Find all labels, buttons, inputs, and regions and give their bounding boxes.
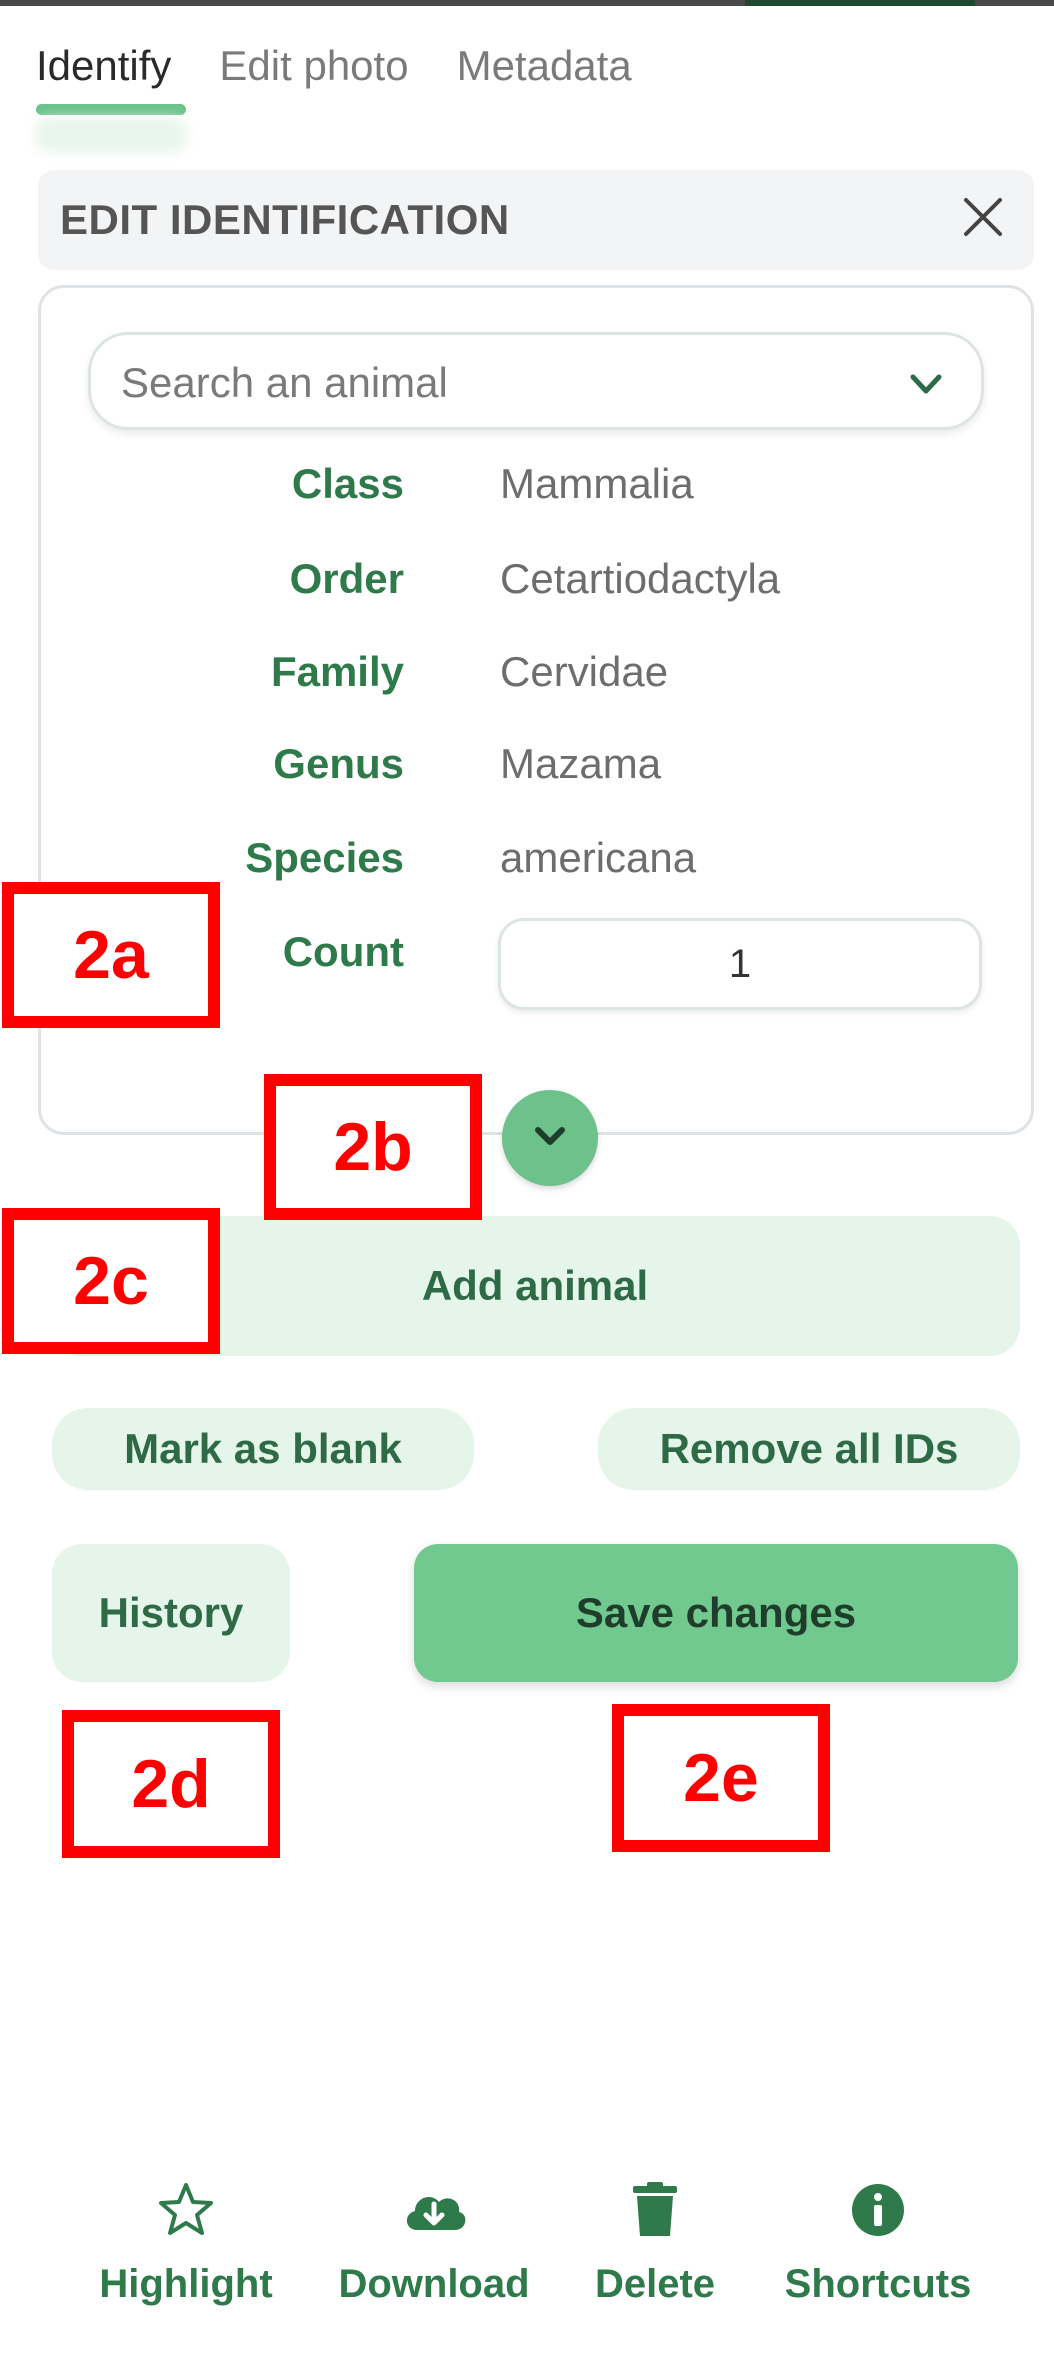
search-placeholder: Search an animal xyxy=(121,359,448,406)
download-label: Download xyxy=(338,2262,530,2306)
annotation-2d: 2d xyxy=(62,1710,280,1858)
panel-title: EDIT IDENTIFICATION xyxy=(60,196,510,243)
tab-edit-photo[interactable]: Edit photo xyxy=(219,42,408,90)
chevron-down-icon[interactable] xyxy=(905,363,947,405)
delete-label: Delete xyxy=(594,2262,716,2306)
trash-icon xyxy=(633,2182,677,2236)
annotation-2b: 2b xyxy=(264,1074,482,1220)
save-changes-button[interactable]: Save changes xyxy=(414,1544,1018,1682)
species-label: Species xyxy=(245,834,404,881)
close-icon[interactable] xyxy=(958,192,1008,242)
annotation-2e: 2e xyxy=(612,1704,830,1852)
info-icon xyxy=(852,2184,904,2236)
panel-header: EDIT IDENTIFICATION xyxy=(38,170,1034,270)
count-label: Count xyxy=(282,928,404,975)
star-icon xyxy=(159,2183,213,2235)
expand-details-button[interactable] xyxy=(502,1090,598,1186)
order-value: Cetartiodactyla xyxy=(500,555,781,602)
shortcuts-label: Shortcuts xyxy=(784,2262,972,2306)
tab-identify[interactable]: Identify xyxy=(36,42,187,115)
chevron-down-icon xyxy=(535,1127,565,1145)
cloud-download-icon xyxy=(406,2196,466,2230)
class-label: Class xyxy=(291,460,404,507)
order-label: Order xyxy=(289,555,404,602)
history-button[interactable]: History xyxy=(52,1544,290,1682)
animal-search-select[interactable]: Search an animal xyxy=(88,332,984,430)
family-value: Cervidae xyxy=(500,648,669,695)
family-label: Family xyxy=(270,648,404,695)
shortcuts-button[interactable]: Shortcuts xyxy=(778,2180,978,2307)
tab-bar: Identify Edit photo Metadata xyxy=(36,42,632,115)
highlight-label: Highlight xyxy=(99,2262,273,2306)
mark-as-blank-button[interactable]: Mark as blank xyxy=(52,1408,474,1490)
top-bar-segment xyxy=(745,0,975,6)
tab-indicator-glow xyxy=(36,118,186,152)
species-value: americana xyxy=(500,834,697,881)
delete-button[interactable]: Delete xyxy=(590,2180,720,2307)
top-bar xyxy=(0,0,1054,6)
annotation-2c: 2c xyxy=(2,1208,220,1354)
tab-metadata[interactable]: Metadata xyxy=(457,42,632,90)
genus-label: Genus xyxy=(273,740,404,787)
highlight-button[interactable]: Highlight xyxy=(96,2180,276,2307)
download-button[interactable]: Download xyxy=(336,2180,532,2307)
genus-value: Mazama xyxy=(500,740,662,787)
class-value: Mammalia xyxy=(500,460,694,507)
annotation-2a: 2a xyxy=(2,882,220,1028)
count-input[interactable]: 1 xyxy=(498,918,982,1010)
remove-all-ids-button[interactable]: Remove all IDs xyxy=(598,1408,1020,1490)
